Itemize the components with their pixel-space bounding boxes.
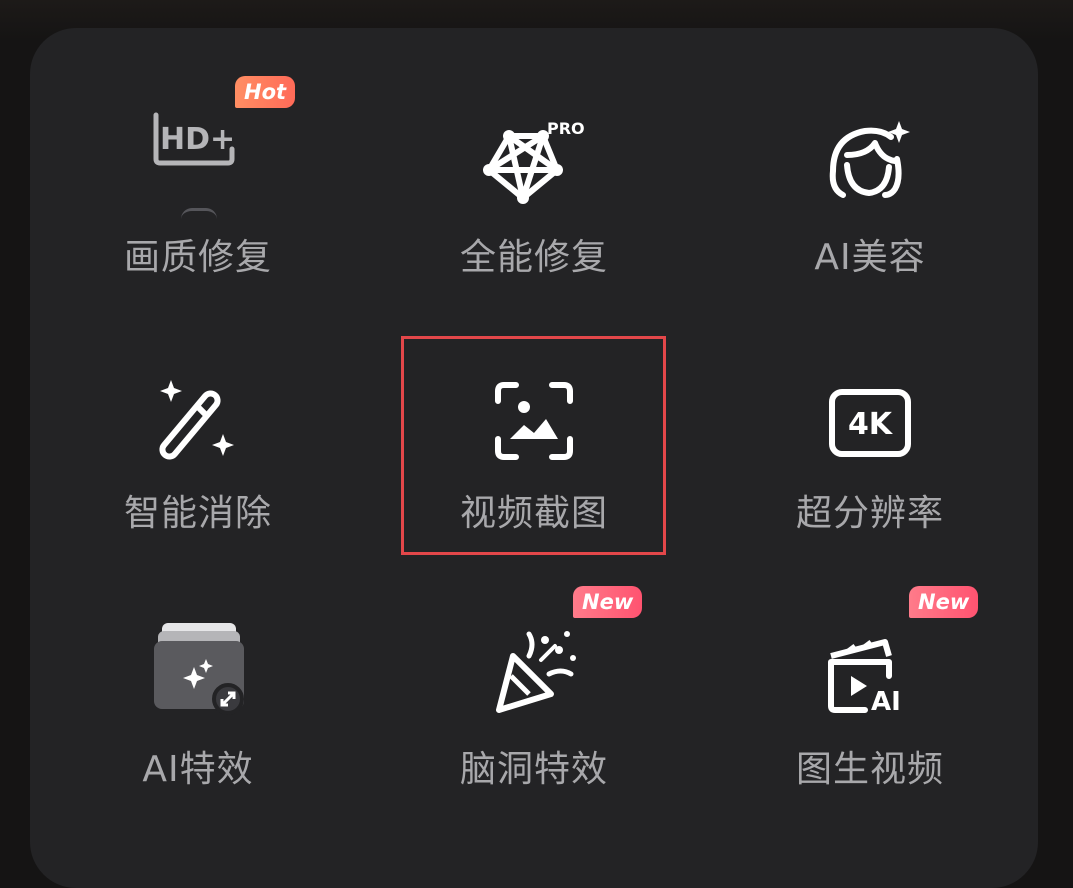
tool-image-to-video[interactable]: AI New 图生视频 [735, 586, 1005, 810]
hot-badge: Hot [235, 76, 296, 108]
tool-label: 视频截图 [459, 493, 608, 534]
tool-all-repair[interactable]: PRO 全能修复 [399, 70, 669, 290]
svg-text:PRO: PRO [547, 119, 585, 138]
tool-label: 脑洞特效 [459, 749, 608, 790]
tool-label: 智能消除 [123, 493, 272, 534]
party-popper-icon [479, 616, 589, 726]
svg-text:HD+: HD+ [160, 122, 235, 157]
magic-wand-icon [143, 366, 253, 476]
tool-brain-effects[interactable]: New 脑洞特效 [399, 586, 669, 810]
4k-icon: 4K [815, 368, 925, 478]
svg-text:4K: 4K [848, 407, 894, 442]
new-badge: New [909, 586, 979, 618]
clapper-ai-icon: AI [815, 618, 925, 728]
tool-ai-beauty[interactable]: AI美容 [735, 70, 1005, 290]
tool-label: AI特效 [142, 749, 254, 790]
tool-label: 画质修复 [123, 237, 272, 278]
tool-quality-repair[interactable]: HD+ Hot 画质修复 [63, 70, 333, 290]
partial-ring-icon [181, 208, 217, 219]
tool-label: 超分辨率 [795, 493, 944, 534]
tool-video-capture[interactable]: 视频截图 [399, 336, 669, 556]
tool-smart-erase[interactable]: 智能消除 [63, 336, 333, 556]
tool-ai-effects[interactable]: AI特效 [63, 590, 333, 810]
new-badge: New [573, 586, 643, 618]
tool-label: 全能修复 [459, 237, 608, 278]
tool-super-resolution[interactable]: 4K 超分辨率 [735, 336, 1005, 556]
tool-label: 图生视频 [795, 749, 944, 790]
image-scan-icon [479, 366, 589, 476]
stacked-cards-sparkle-icon [143, 612, 253, 722]
pro-mesh-icon: PRO [479, 104, 589, 214]
svg-text:AI: AI [871, 687, 901, 717]
face-sparkle-icon [815, 106, 925, 216]
tool-label: AI美容 [814, 237, 926, 278]
